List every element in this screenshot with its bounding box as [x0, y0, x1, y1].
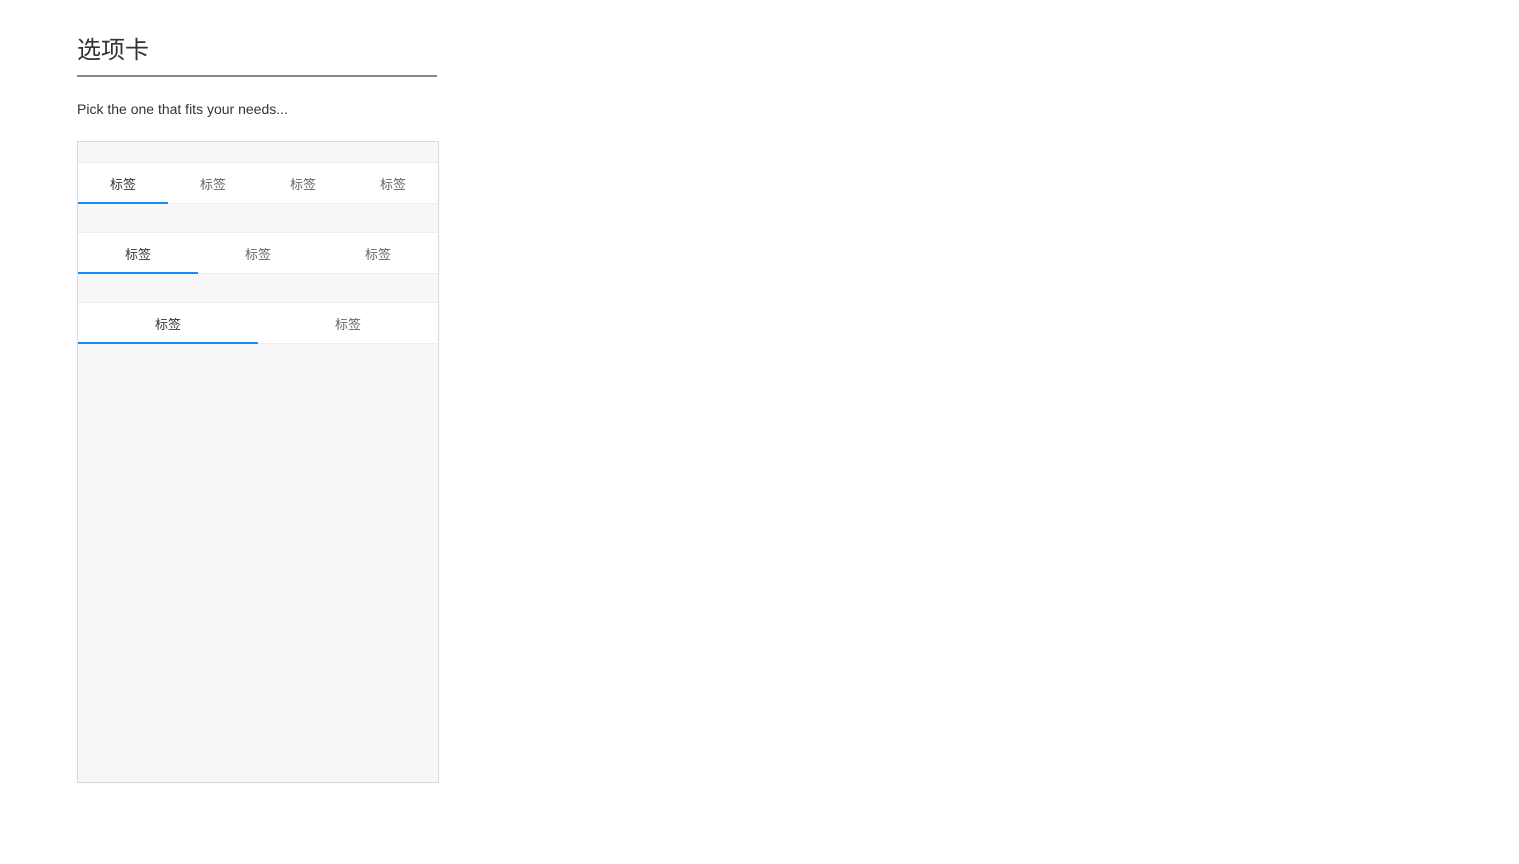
tab-label: 标签	[200, 174, 226, 193]
tab-label: 标签	[290, 174, 316, 193]
tab-item[interactable]: 标签	[78, 233, 198, 273]
tab-group-2: 标签 标签	[78, 302, 438, 344]
tab-label: 标签	[245, 244, 271, 263]
tab-label: 标签	[110, 174, 136, 193]
tab-label: 标签	[335, 314, 361, 333]
device-frame: 标签 标签 标签 标签 标签 标签 标签	[77, 141, 439, 783]
tab-label: 标签	[365, 244, 391, 263]
tab-group-4: 标签 标签 标签 标签	[78, 162, 438, 204]
tab-item[interactable]: 标签	[168, 163, 258, 203]
tab-item[interactable]: 标签	[78, 303, 258, 343]
page-subtitle: Pick the one that fits your needs...	[77, 101, 1442, 117]
tab-item[interactable]: 标签	[258, 163, 348, 203]
tab-label: 标签	[380, 174, 406, 193]
tab-item[interactable]: 标签	[318, 233, 438, 273]
device-body: 标签 标签 标签 标签 标签 标签 标签	[78, 142, 438, 344]
tab-group-3: 标签 标签 标签	[78, 232, 438, 274]
tab-item[interactable]: 标签	[78, 163, 168, 203]
tab-item[interactable]: 标签	[258, 303, 438, 343]
page-title: 选项卡	[77, 30, 437, 77]
tab-item[interactable]: 标签	[198, 233, 318, 273]
tab-item[interactable]: 标签	[348, 163, 438, 203]
tab-label: 标签	[125, 244, 151, 263]
tab-label: 标签	[155, 314, 181, 333]
